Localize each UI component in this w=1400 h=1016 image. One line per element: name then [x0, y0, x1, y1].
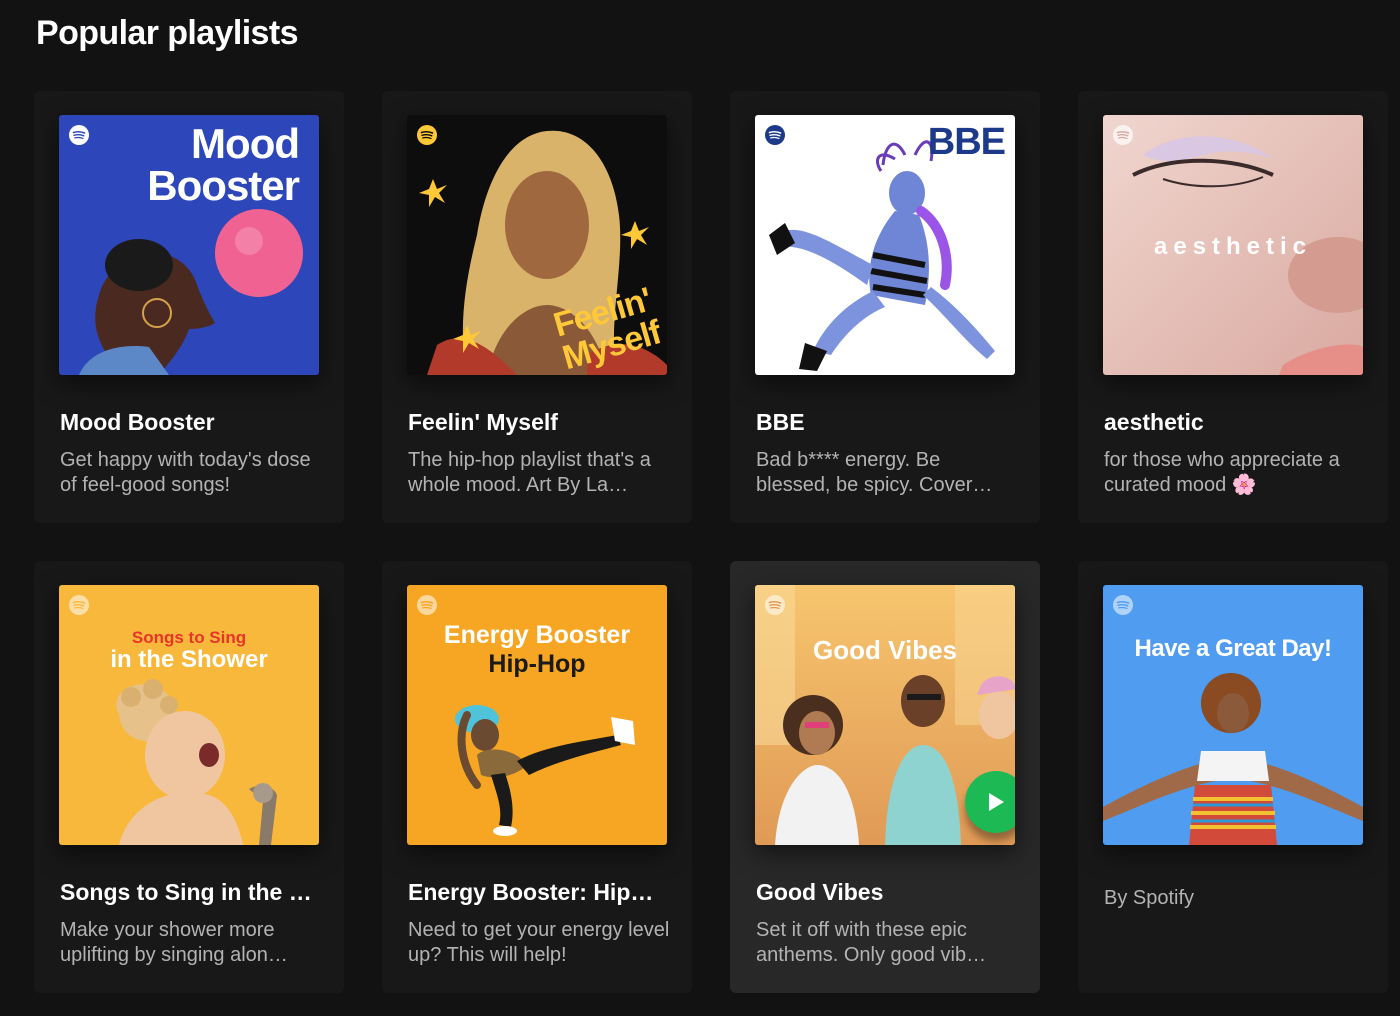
playlist-title[interactable]: aesthetic — [1104, 409, 1366, 436]
playlist-title[interactable]: BBE — [756, 409, 1018, 436]
playlist-title[interactable]: Energy Booster: Hip… — [408, 879, 670, 906]
playlist-description: The hip-hop playlist that's a whole mood… — [408, 449, 651, 496]
playlist-description: Need to get your energy level up? This w… — [408, 919, 670, 966]
playlist-grid: Mood Booster Mood Booster Get happy with… — [34, 91, 1400, 993]
playlist-cover[interactable]: Have a Great Day! — [1103, 585, 1363, 845]
playlist-cover[interactable]: Good Vibes — [755, 585, 1015, 845]
playlist-title[interactable]: Songs to Sing in the … — [60, 879, 322, 906]
cover-title: Have a Great Day! — [1103, 637, 1363, 661]
cover-title-line: Hip-Hop — [488, 650, 586, 678]
spotify-logo-icon — [1113, 595, 1133, 615]
cover-title-line: Mood — [191, 120, 300, 167]
cover-title-line: Have a Great Day! — [1134, 635, 1332, 662]
cover-title-line: Songs to Sing — [131, 628, 247, 647]
cover-art — [1103, 585, 1363, 845]
playlist-card-songs-to-sing[interactable]: Songs to Sing in the Shower Songs to Sin… — [34, 561, 344, 993]
playlist-title[interactable]: Good Vibes — [756, 879, 1018, 906]
playlist-card-feelin-myself[interactable]: Feelin' Myself Feelin' Myself The hip-ho… — [382, 91, 692, 523]
playlist-description: By Spotify — [1104, 887, 1195, 909]
cover-title: Energy Booster Hip-Hop — [407, 623, 667, 677]
playlist-card-energy-booster[interactable]: Energy Booster Hip-Hop Energy Booster: H… — [382, 561, 692, 993]
spotify-logo-icon — [69, 125, 89, 145]
playlist-description: for those who appreciate a curated mood … — [1104, 449, 1340, 496]
playlist-cover[interactable]: Mood Booster — [59, 115, 319, 375]
spotify-logo-icon — [417, 125, 437, 145]
playlist-title[interactable]: Mood Booster — [60, 409, 322, 436]
cover-title: aesthetic — [1103, 235, 1363, 259]
cover-art — [59, 585, 319, 845]
cover-title-line: Energy Booster — [443, 621, 631, 649]
popular-playlists-page: Popular playlists Mood Booster Mood Boos… — [0, 0, 1400, 1016]
playlist-cover[interactable]: BBE — [755, 115, 1015, 375]
playlist-cover[interactable]: aesthetic — [1103, 115, 1363, 375]
cover-title-line: Booster — [147, 162, 300, 209]
cover-title-line: BBE — [927, 121, 1006, 163]
playlist-description: Get happy with today's dose of feel-good… — [60, 449, 311, 496]
cover-title-line: in the Shower — [110, 646, 268, 673]
spotify-logo-icon — [765, 125, 785, 145]
cover-title-line: Good Vibes — [813, 635, 957, 665]
playlist-card-aesthetic[interactable]: aesthetic aesthetic for those who apprec… — [1078, 91, 1388, 523]
spotify-logo-icon — [417, 595, 437, 615]
play-icon — [989, 793, 1004, 811]
spotify-logo-icon — [69, 595, 89, 615]
playlist-title[interactable]: Feelin' Myself — [408, 409, 670, 436]
playlist-card-have-a-great-day[interactable]: Have a Great Day! By Spotify — [1078, 561, 1388, 993]
cover-title-line: aesthetic — [1153, 233, 1313, 260]
cover-title: Good Vibes — [755, 637, 1015, 663]
playlist-description: Make your shower more uplifting by singi… — [60, 919, 288, 966]
cover-title: BBE — [927, 121, 1006, 163]
playlist-card-mood-booster[interactable]: Mood Booster Mood Booster Get happy with… — [34, 91, 344, 523]
cover-title: Mood Booster — [147, 120, 300, 209]
playlist-card-bbe[interactable]: BBE BBE Bad b**** energy. Be blessed, be… — [730, 91, 1040, 523]
playlist-cover[interactable]: Energy Booster Hip-Hop — [407, 585, 667, 845]
spotify-logo-icon — [1113, 125, 1133, 145]
playlist-cover[interactable]: Songs to Sing in the Shower — [59, 585, 319, 845]
playlist-cover[interactable]: Feelin' Myself — [407, 115, 667, 375]
playlist-description: Bad b**** energy. Be blessed, be spicy. … — [756, 449, 993, 496]
spotify-logo-icon — [765, 595, 785, 615]
section-title: Popular playlists — [36, 14, 298, 52]
cover-title: Songs to Sing in the Shower — [59, 629, 319, 672]
playlist-card-good-vibes[interactable]: Good Vibes Good Vibes Set it off with th… — [730, 561, 1040, 993]
playlist-description: Set it off with these epic anthems. Only… — [756, 919, 987, 966]
